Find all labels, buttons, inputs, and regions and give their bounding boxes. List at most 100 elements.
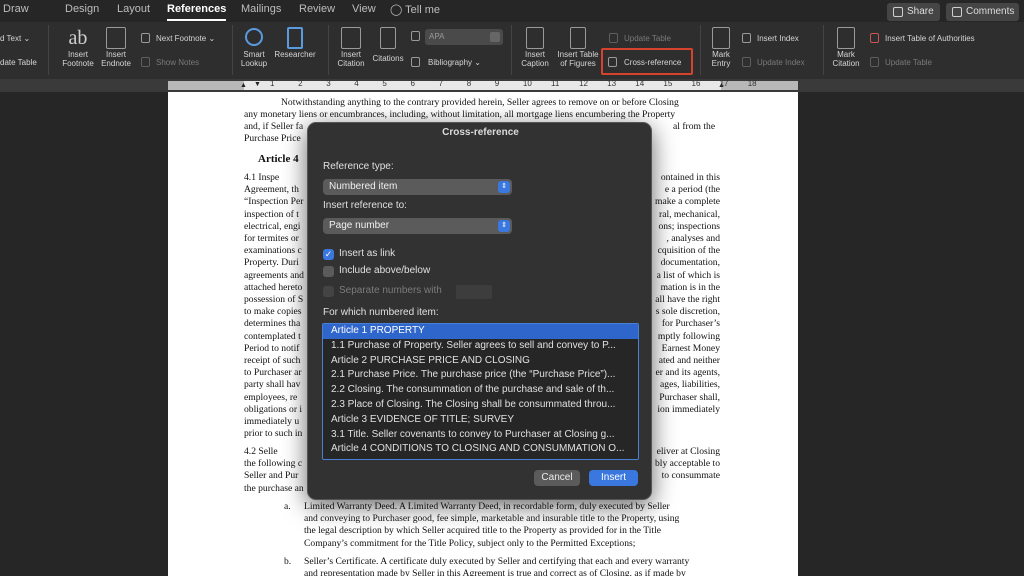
ruler-number: 1 xyxy=(270,79,275,88)
chevron-updown-icon xyxy=(490,32,500,42)
mark-entry-line2: Entry xyxy=(711,59,731,68)
citation-style-select[interactable]: APA xyxy=(425,29,503,45)
checkmark-icon: ✓ xyxy=(324,249,333,259)
insert-button[interactable]: Insert xyxy=(589,470,638,486)
insert-caption-line2: Caption xyxy=(521,59,549,68)
numbered-item-option[interactable]: Article 2 PURCHASE PRICE AND CLOSING xyxy=(323,354,638,369)
doc-text-line: all have the right xyxy=(655,294,720,305)
include-above-below-checkbox[interactable] xyxy=(323,266,334,277)
insert-index-button[interactable]: Insert Index xyxy=(757,34,799,43)
doc-text-line: Earnest Money xyxy=(661,342,720,354)
insert-caption-button[interactable]: Insert Caption xyxy=(516,26,554,68)
doc-text-line: electrical, engi xyxy=(244,220,301,232)
doc-text-line: and representation made by Seller in thi… xyxy=(304,568,686,576)
reference-type-label: Reference type: xyxy=(323,161,394,172)
doc-text-line: documentation, xyxy=(660,257,720,269)
insert-endnote-line2: Endnote xyxy=(101,59,131,68)
doc-text-line: a list of which is xyxy=(656,269,720,281)
ruler-number: 13 xyxy=(607,79,617,88)
hanging-indent-marker[interactable]: ▲ xyxy=(240,82,247,89)
update-table-toc-button[interactable]: date Table xyxy=(0,58,37,67)
insert-as-link-label: Insert as link xyxy=(339,248,396,259)
next-footnote-icon xyxy=(141,33,150,43)
add-text-button[interactable]: d Text ⌄ xyxy=(0,34,30,43)
separator-input[interactable] xyxy=(456,285,492,299)
doc-text-line: 4.1 Inspe xyxy=(244,172,280,183)
insert-caption-line1: Insert xyxy=(524,50,545,59)
numbered-item-list[interactable]: Article 1 PROPERTY 1.1 Purchase of Proper… xyxy=(322,323,639,460)
tell-me-label: Tell me xyxy=(405,4,441,16)
chevron-updown-icon: ⇕ xyxy=(498,181,510,193)
ruler-left-margin xyxy=(168,81,244,90)
separate-numbers-checkbox[interactable] xyxy=(323,286,334,297)
chevron-down-icon: ⌄ xyxy=(474,58,481,67)
insert-footnote-button[interactable]: ab Insert Footnote xyxy=(60,26,96,68)
numbered-item-option[interactable]: Article 3 EVIDENCE OF TITLE; SURVEY xyxy=(323,413,638,428)
insert-table-of-figures-button[interactable]: Insert Table of Figures xyxy=(555,26,601,68)
doc-text-line: obligations or i xyxy=(244,403,303,415)
show-notes-button[interactable]: Show Notes xyxy=(156,58,199,67)
mark-entry-line1: Mark xyxy=(712,50,730,59)
bibliography-button[interactable]: Bibliography ⌄ xyxy=(428,58,481,67)
doc-text-line: Purchaser shall, xyxy=(659,391,720,403)
doc-text-line: cquisition of the xyxy=(657,245,720,257)
share-icon xyxy=(893,7,903,17)
update-table-figures-button[interactable]: Update Table xyxy=(624,34,671,43)
numbered-item-option[interactable]: Article 4 CONDITIONS TO CLOSING AND CONS… xyxy=(323,442,638,457)
mark-entry-button[interactable]: Mark Entry xyxy=(704,26,738,68)
bibliography-icon xyxy=(411,57,420,67)
smart-lookup-button[interactable]: Smart Lookup xyxy=(238,26,270,68)
share-button[interactable]: Share xyxy=(887,3,940,21)
mark-citation-button[interactable]: Mark Citation xyxy=(828,26,864,68)
tell-me-field[interactable]: ◯ Tell me xyxy=(390,3,440,16)
doc-text-line: possession of S xyxy=(244,294,304,305)
add-text-label: d Text xyxy=(0,34,22,43)
ruler-number: 6 xyxy=(410,79,415,88)
doc-text-line: ion immediately xyxy=(657,403,720,415)
lightbulb-icon: ◯ xyxy=(390,4,403,16)
mark-citation-line2: Citation xyxy=(832,59,860,68)
table-of-figures-icon xyxy=(570,27,586,49)
reference-type-select[interactable]: Numbered item ⇕ xyxy=(323,179,512,195)
insert-reference-to-select[interactable]: Page number ⇕ xyxy=(323,218,512,234)
horizontal-ruler[interactable]: ▼ ▲ ▲ 1 2 3 4 5 6 7 8 9 10 11 12 13 14 15 16 17 18 xyxy=(0,79,1024,92)
doc-text-line: the legal description by which Seller ac… xyxy=(304,525,662,537)
smart-lookup-line1: Smart xyxy=(243,50,265,59)
first-line-indent-marker[interactable]: ▼ xyxy=(254,81,261,88)
insert-reference-to-value: Page number xyxy=(329,220,390,231)
tab-references[interactable]: References xyxy=(167,3,227,21)
insert-as-link-checkbox[interactable]: ✓ xyxy=(323,249,334,260)
numbered-item-option[interactable]: 2.2 Closing. The consummation of the pur… xyxy=(323,383,638,398)
next-footnote-button[interactable]: Next Footnote ⌄ xyxy=(156,34,215,43)
cancel-button[interactable]: Cancel xyxy=(534,470,580,486)
ruler-number: 5 xyxy=(382,79,387,88)
numbered-item-option[interactable]: 2.1 Purchase Price. The purchase price (… xyxy=(323,368,638,383)
citations-button[interactable]: Citations xyxy=(368,26,408,63)
tab-draw[interactable]: Draw xyxy=(3,3,29,15)
numbered-item-option[interactable]: Article 1 PROPERTY xyxy=(323,324,638,339)
tab-mailings[interactable]: Mailings xyxy=(241,3,281,15)
tab-layout[interactable]: Layout xyxy=(117,3,150,15)
tab-view[interactable]: View xyxy=(352,3,376,15)
tab-design[interactable]: Design xyxy=(65,3,99,15)
doc-text-line: ontained in this xyxy=(660,172,720,183)
dialog-title: Cross-reference xyxy=(442,127,519,138)
doc-text-line: contemplated t xyxy=(244,330,301,342)
insert-citation-button[interactable]: Insert Citation xyxy=(334,26,368,68)
insert-table-of-authorities-button[interactable]: Insert Table of Authorities xyxy=(885,34,975,43)
tab-review[interactable]: Review xyxy=(299,3,335,15)
numbered-item-option[interactable]: 1.1 Purchase of Property. Seller agrees … xyxy=(323,339,638,354)
comments-button[interactable]: Comments xyxy=(946,3,1019,21)
ruler-number: 14 xyxy=(635,79,645,88)
table-of-figures-line2: of Figures xyxy=(560,59,596,68)
numbered-item-option[interactable]: 3.1 Title. Seller covenants to convey to… xyxy=(323,428,638,443)
chevron-updown-icon: ⇕ xyxy=(498,220,510,232)
update-table-authorities-button[interactable]: Update Table xyxy=(885,58,932,67)
ruler-number: 10 xyxy=(522,79,532,88)
doc-text-line: ated and neither xyxy=(658,355,720,366)
numbered-item-option[interactable]: 2.3 Place of Closing. The Closing shall … xyxy=(323,398,638,413)
update-index-button[interactable]: Update Index xyxy=(757,58,805,67)
doc-text-line: Seller’s Certificate. A certificate duly… xyxy=(304,556,690,567)
researcher-button[interactable]: Researcher xyxy=(272,26,318,59)
insert-endnote-button[interactable]: Insert Endnote xyxy=(98,26,134,68)
